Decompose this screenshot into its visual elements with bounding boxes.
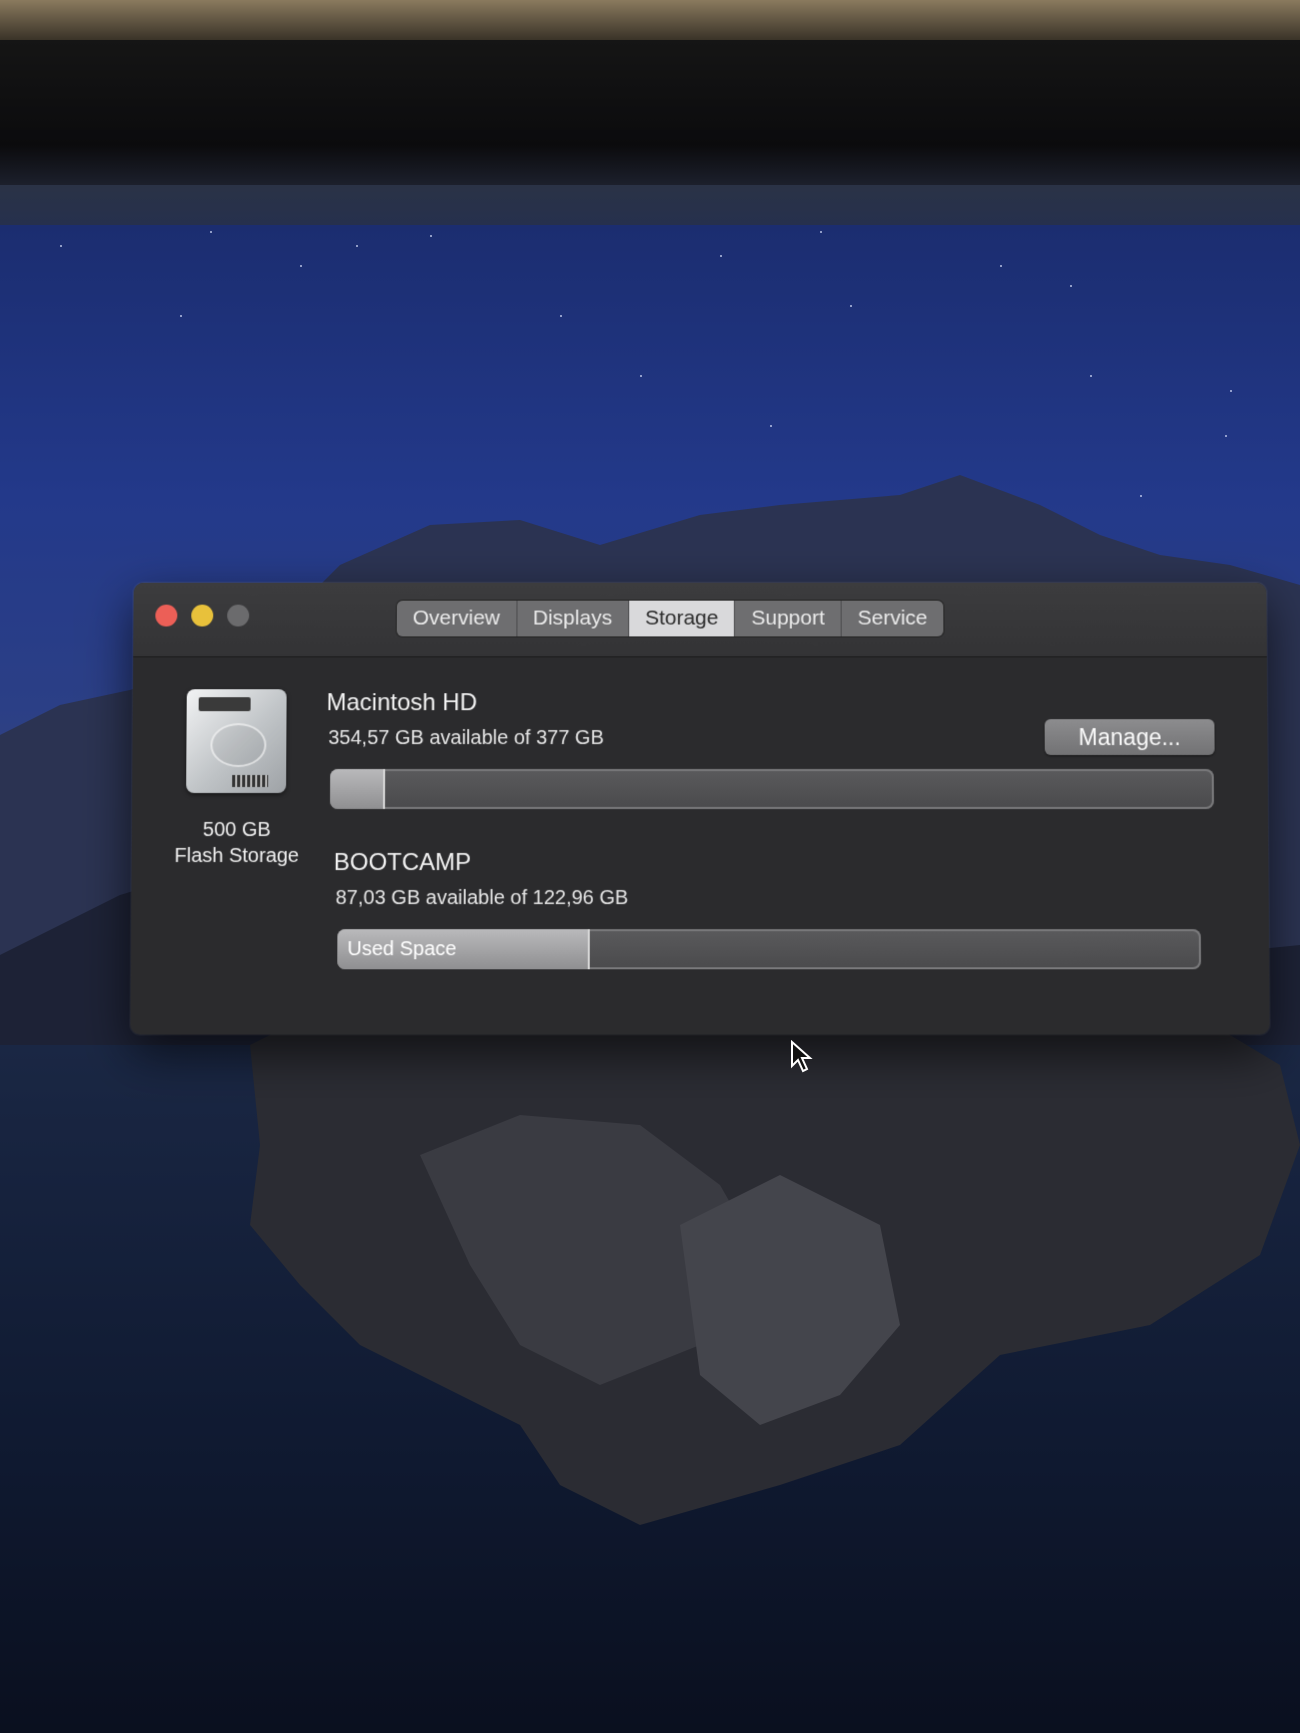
manage-button[interactable]: Manage... [1045, 719, 1215, 755]
storage-device-info: 500 GB Flash Storage [162, 817, 312, 869]
storage-panel: 500 GB Flash Storage Macintosh HD 354,57… [130, 657, 1269, 1034]
used-space-label: Used Space [347, 929, 456, 969]
used-space-segment [330, 769, 385, 809]
close-icon[interactable] [155, 605, 177, 627]
device-type: Flash Storage [162, 843, 312, 869]
monitor-bezel [0, 40, 1300, 190]
tab-displays[interactable]: Displays [517, 601, 629, 637]
monitor-top-edge [0, 0, 1300, 40]
volume-availability: 87,03 GB available of 122,96 GB [336, 887, 629, 910]
tab-overview[interactable]: Overview [397, 601, 517, 637]
tab-storage[interactable]: Storage [629, 601, 735, 637]
volume-name: Macintosh HD [326, 689, 477, 717]
used-space-segment: Used Space [337, 929, 590, 969]
volume-name: BOOTCAMP [334, 849, 472, 877]
volume-availability: 354,57 GB available of 377 GB [328, 727, 604, 750]
tab-support[interactable]: Support [735, 601, 841, 637]
pointer-cursor-icon [790, 1040, 814, 1074]
tab-service[interactable]: Service [842, 601, 944, 637]
volume-usage-bar[interactable] [330, 769, 1214, 809]
device-capacity: 500 GB [162, 817, 312, 843]
volume-usage-bar[interactable]: Used Space [337, 929, 1201, 969]
minimize-icon[interactable] [191, 605, 213, 627]
hard-drive-icon [186, 689, 287, 793]
rock-island [0, 925, 1300, 1725]
window-titlebar[interactable]: Overview Displays Storage Support Servic… [133, 583, 1267, 658]
tab-bar: Overview Displays Storage Support Servic… [397, 601, 944, 637]
zoom-icon [227, 605, 249, 627]
about-this-mac-window: Overview Displays Storage Support Servic… [130, 583, 1269, 1035]
